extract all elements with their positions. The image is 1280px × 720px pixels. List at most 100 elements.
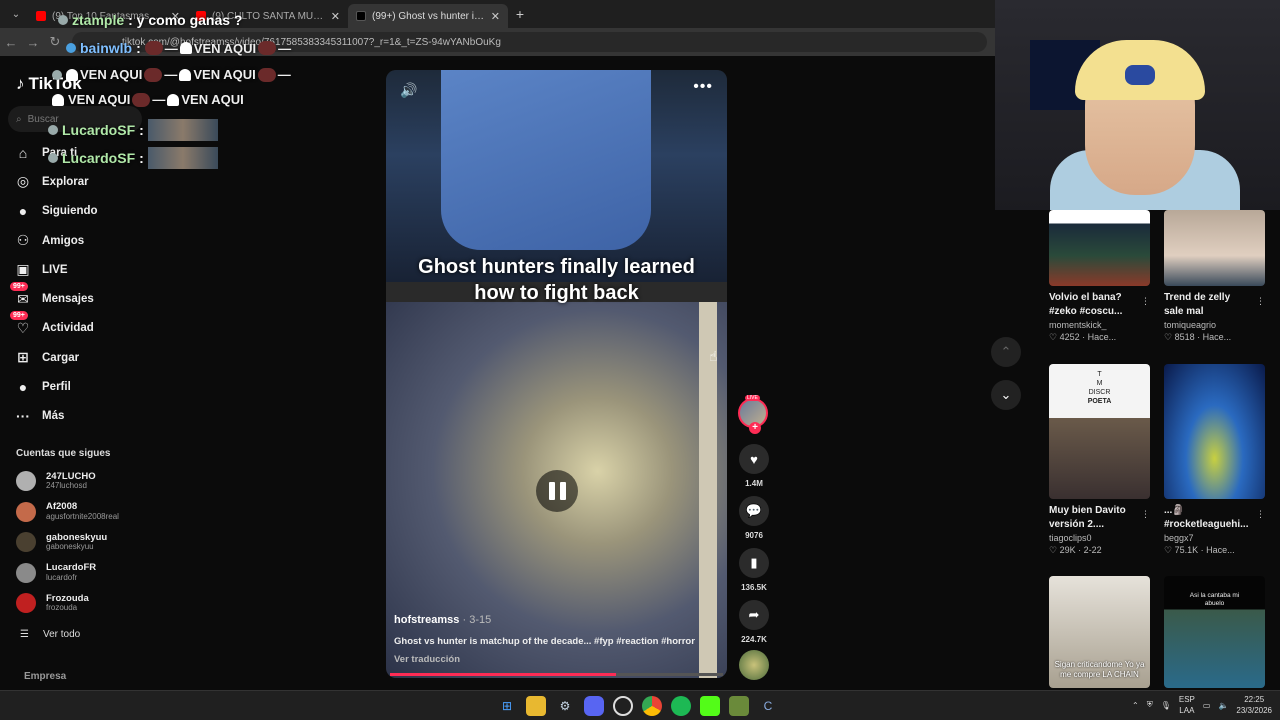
nav-item-cargar[interactable]: ⊞ Cargar [14, 343, 144, 372]
card-more-icon[interactable]: ⋮ [1256, 509, 1265, 520]
monitor-icon[interactable]: ▭ [1203, 701, 1211, 710]
nav-item-perfil[interactable]: ● Perfil [14, 372, 144, 401]
nav-item-amigos[interactable]: ⚇ Amigos [14, 226, 144, 255]
emote-icon [144, 67, 163, 82]
new-tab-button[interactable]: + [508, 6, 532, 22]
like-action[interactable]: ♥ 1.4M [738, 444, 770, 488]
recommended-card[interactable]: Sigan criticandome Yo ya me compre LA CH… [1049, 576, 1150, 688]
back-icon[interactable]: ← [0, 35, 22, 50]
discord-icon[interactable] [584, 696, 604, 716]
company-link[interactable]: Empresa [24, 671, 66, 682]
recommended-card[interactable]: T M DISCR POETA Muy bien Davito versión … [1049, 364, 1150, 556]
recommended-card[interactable]: Volvio el bana? #zeko #coscu... ⋮ moments… [1049, 210, 1150, 343]
mic-icon[interactable]: 🎙 [1161, 701, 1171, 710]
recommended-card[interactable]: ...🗿 #rocketleaguehi... ⋮ beggx7 ♡ 75.1K … [1164, 364, 1265, 556]
thumb-overlay-text: Sigan criticandome Yo ya me compre LA CH… [1054, 660, 1145, 679]
card-author[interactable]: beggx7 [1164, 533, 1265, 543]
language-indicator[interactable]: ESP LAA [1179, 694, 1195, 716]
following-account[interactable]: Frozouda frozouda [16, 588, 146, 619]
creator-avatar[interactable]: LIVE + [738, 395, 768, 434]
comment-icon[interactable]: 💬 [739, 496, 769, 526]
list-icon: ☰ [20, 629, 29, 640]
spotify-icon[interactable] [671, 696, 691, 716]
save-action[interactable]: ▮ 136.5K [738, 548, 770, 592]
close-icon[interactable]: ✕ [331, 10, 340, 23]
nav-item-mensajes[interactable]: ✉ 99+ Mensajes [10, 282, 144, 313]
bookmark-icon[interactable]: ▮ [739, 548, 769, 578]
volume-icon[interactable]: 🔊 [400, 82, 417, 99]
share-action[interactable]: ➦ 224.7K [738, 600, 770, 644]
recommended-card[interactable]: Asi la cantaba mi abuelo [1164, 576, 1265, 688]
reload-icon[interactable]: ↻ [44, 34, 66, 50]
card-author[interactable]: momentskick_ [1049, 320, 1150, 330]
share-icon[interactable]: ➦ [739, 600, 769, 630]
card-thumbnail[interactable]: Asi la cantaba mi abuelo [1164, 576, 1265, 688]
nav-label: Explorar [42, 175, 89, 188]
forward-icon[interactable]: → [22, 35, 44, 50]
ghost-emote-icon [167, 93, 180, 106]
video-date: · 3-15 [459, 614, 492, 626]
steam-icon[interactable]: ⚙ [555, 696, 575, 716]
tab-3-active[interactable]: (99+) Ghost vs hunter is ma... ✕ [348, 4, 508, 28]
card-title[interactable]: ...🗿 #rocketleaguehi... [1164, 504, 1252, 531]
minecraft-icon[interactable] [729, 696, 749, 716]
thumb-text: T [1097, 371, 1102, 378]
heart-icon: ♡ [1049, 332, 1058, 342]
card-thumbnail[interactable] [1049, 210, 1150, 286]
video-author[interactable]: hofstreamss · 3-15 [394, 614, 491, 626]
nav-item-siguiendo[interactable]: ● Siguiendo [14, 197, 144, 226]
nav-list: ⌂ Para ti ◎ Explorar ● Siguiendo ⚇ Amigos ▣ LIVE ✉… [10, 138, 144, 431]
following-list: 247LUCHO 247luchosd Af2008 agusfortnite2008… [16, 466, 146, 619]
comment-action[interactable]: 💬 9076 [738, 496, 770, 540]
heart-icon[interactable]: ♥ [739, 444, 769, 474]
pause-button[interactable] [536, 470, 578, 512]
nav-item-más[interactable]: ··· Más [14, 402, 144, 431]
card-more-icon[interactable]: ⋮ [1256, 296, 1265, 307]
close-icon[interactable]: ✕ [491, 10, 500, 23]
security-icon[interactable]: ⛨ [1147, 700, 1153, 710]
card-likes: 29K [1059, 545, 1076, 555]
video-progress-bar[interactable] [390, 673, 723, 676]
more-options-icon[interactable]: ••• [693, 78, 713, 96]
tab-title: (99+) Ghost vs hunter is ma... [372, 10, 485, 22]
card-more-icon[interactable]: ⋮ [1141, 296, 1150, 307]
follow-plus-icon[interactable]: + [749, 422, 761, 434]
card-author[interactable]: tiagoclips0 [1049, 533, 1150, 543]
windows-start-icon[interactable]: ⊞ [497, 696, 517, 716]
card-thumbnail[interactable] [1164, 210, 1265, 286]
tray-chevron-icon[interactable]: ⌃ [1132, 701, 1139, 710]
following-account[interactable]: LucardoFR lucardofr [16, 558, 146, 589]
obs-icon[interactable] [613, 696, 633, 716]
previous-video-button[interactable]: ⌃ [991, 337, 1021, 367]
video-player[interactable]: Ghost hunters finally learned how to fig… [386, 70, 727, 678]
following-account[interactable]: gaboneskyuu gaboneskyuu [16, 527, 146, 558]
card-thumbnail[interactable]: T M DISCR POETA [1049, 364, 1150, 499]
card-title[interactable]: Volvio el bana? #zeko #coscu... [1049, 291, 1137, 318]
card-title[interactable]: Trend de zelly sale mal [1164, 291, 1252, 318]
activity-icon: ♡ 99+ [10, 311, 32, 337]
chrome-icon[interactable] [642, 696, 662, 716]
clock[interactable]: 22:25 23/3/2026 [1236, 694, 1272, 716]
translate-link[interactable]: Ver traducción [394, 654, 460, 665]
nav-item-explorar[interactable]: ◎ Explorar [14, 167, 144, 196]
tab-search-icon[interactable]: ⌄ [4, 4, 28, 24]
file-explorer-icon[interactable] [526, 696, 546, 716]
kick-icon[interactable] [700, 696, 720, 716]
recommended-card[interactable]: Trend de zelly sale mal ⋮ tomiqueagrio ♡ … [1164, 210, 1265, 343]
card-author[interactable]: tomiqueagrio [1164, 320, 1265, 330]
next-video-button[interactable]: ⌄ [991, 380, 1021, 410]
volume-tray-icon[interactable]: 🔈 [1218, 701, 1228, 710]
card-thumbnail[interactable] [1164, 364, 1265, 499]
nav-item-live[interactable]: ▣ LIVE [14, 255, 144, 284]
following-account[interactable]: Af2008 agusfortnite2008real [16, 497, 146, 528]
app-c-icon[interactable]: C [758, 696, 778, 716]
card-thumbnail[interactable]: Sigan criticandome Yo ya me compre LA CH… [1049, 576, 1150, 688]
see-all-button[interactable]: ☰ Ver todo [20, 629, 80, 640]
following-account[interactable]: 247LUCHO 247luchosd [16, 466, 146, 497]
account-text: 247LUCHO 247luchosd [46, 471, 96, 491]
card-title[interactable]: Muy bien Davito versión 2.... [1049, 504, 1137, 531]
author-name[interactable]: hofstreamss [394, 614, 459, 626]
card-more-icon[interactable]: ⋮ [1141, 509, 1150, 520]
sound-disc-icon[interactable] [739, 650, 769, 680]
nav-item-actividad[interactable]: ♡ 99+ Actividad [10, 311, 144, 343]
